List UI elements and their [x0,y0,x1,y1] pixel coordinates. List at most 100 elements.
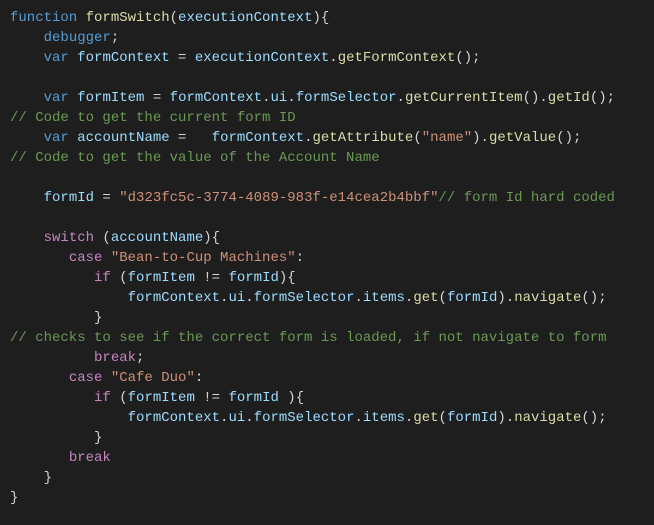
code-token [10,210,18,226]
code-line: case "Cafe Duo": [10,368,644,388]
code-token: debugger [44,30,111,46]
code-token: . [355,410,363,426]
code-token: items [363,410,405,426]
code-token [69,130,77,146]
code-token: ). [497,290,514,306]
code-token: var [44,50,69,66]
code-token: // Code to get the value of the Account … [10,150,380,166]
code-token: formId [447,410,497,426]
code-token: case [69,370,103,386]
code-token [10,470,44,486]
code-token: . [329,50,337,66]
code-line: var formItem = formContext.ui.formSelect… [10,88,644,108]
code-token: formSelector [254,410,355,426]
code-token [102,250,110,266]
code-token [10,430,94,446]
code-line [10,68,644,88]
code-token: : [195,370,203,386]
code-token: accountName [111,230,203,246]
code-line: if (formItem != formId ){ [10,388,644,408]
code-token: } [10,490,18,506]
code-line [10,208,644,228]
code-token [10,270,94,286]
code-line: function formSwitch(executionContext){ [10,8,644,28]
code-token: = [94,190,119,206]
code-token: formContext [77,50,169,66]
code-token: executionContext [195,50,329,66]
code-token: formContext [212,130,304,146]
code-token: ( [111,270,128,286]
code-line: } [10,488,644,508]
code-token: ). [497,410,514,426]
code-token: formContext [128,410,220,426]
code-token [10,30,44,46]
code-token: ){ [203,230,220,246]
code-token: getValue [489,130,556,146]
code-token [10,350,94,366]
code-line: var formContext = executionContext.getFo… [10,48,644,68]
code-token: "Bean-to-Cup Machines" [111,250,296,266]
code-token: formItem [77,90,144,106]
code-token [10,50,44,66]
code-token: . [397,90,405,106]
code-token: ui [228,410,245,426]
code-token: } [44,470,52,486]
code-token: ui [271,90,288,106]
code-token: ( [94,230,111,246]
code-line: // Code to get the current form ID [10,108,644,128]
code-token: get [413,290,438,306]
code-token: != [195,270,229,286]
code-token: "name" [422,130,472,146]
code-token: ( [439,290,447,306]
code-token [10,170,18,186]
code-token: } [94,430,102,446]
code-token: != [195,390,229,406]
code-line: break [10,448,644,468]
code-token: getId [548,90,590,106]
code-token: navigate [514,290,581,306]
code-line: var accountName = formContext.getAttribu… [10,128,644,148]
code-token: executionContext [178,10,312,26]
code-token: formSelector [254,290,355,306]
code-token: formSelector [296,90,397,106]
code-token: break [94,350,136,366]
code-token: accountName [77,130,169,146]
code-token [10,370,69,386]
code-line: break; [10,348,644,368]
code-token: if [94,390,111,406]
code-token [69,90,77,106]
code-token: // checks to see if the correct form is … [10,330,607,346]
code-line: } [10,468,644,488]
code-line: } [10,308,644,328]
code-token: function [10,10,77,26]
code-line: // checks to see if the correct form is … [10,328,644,348]
code-editor[interactable]: function formSwitch(executionContext){ d… [0,0,654,516]
code-token: ){ [279,390,304,406]
code-line: } [10,428,644,448]
code-token: ( [111,390,128,406]
code-line: formContext.ui.formSelector.items.get(fo… [10,288,644,308]
code-token: formId [447,290,497,306]
code-token: ui [228,290,245,306]
code-token: . [355,290,363,306]
code-line: if (formItem != formId){ [10,268,644,288]
code-token [10,250,69,266]
code-line: formId = "d323fc5c-3774-4089-983f-e14cea… [10,188,644,208]
code-token: formItem [128,270,195,286]
code-token: formId [44,190,94,206]
code-token [10,290,128,306]
code-line: case "Bean-to-Cup Machines": [10,248,644,268]
code-token [10,70,18,86]
code-token [10,450,69,466]
code-line: // Code to get the value of the Account … [10,148,644,168]
code-token: get [413,410,438,426]
code-token: ( [170,10,178,26]
code-token: getAttribute [313,130,414,146]
code-token [69,50,77,66]
code-token: break [69,450,111,466]
code-token [10,190,44,206]
code-token [10,230,44,246]
code-token: var [44,130,69,146]
code-token: ( [439,410,447,426]
code-token: (); [556,130,581,146]
